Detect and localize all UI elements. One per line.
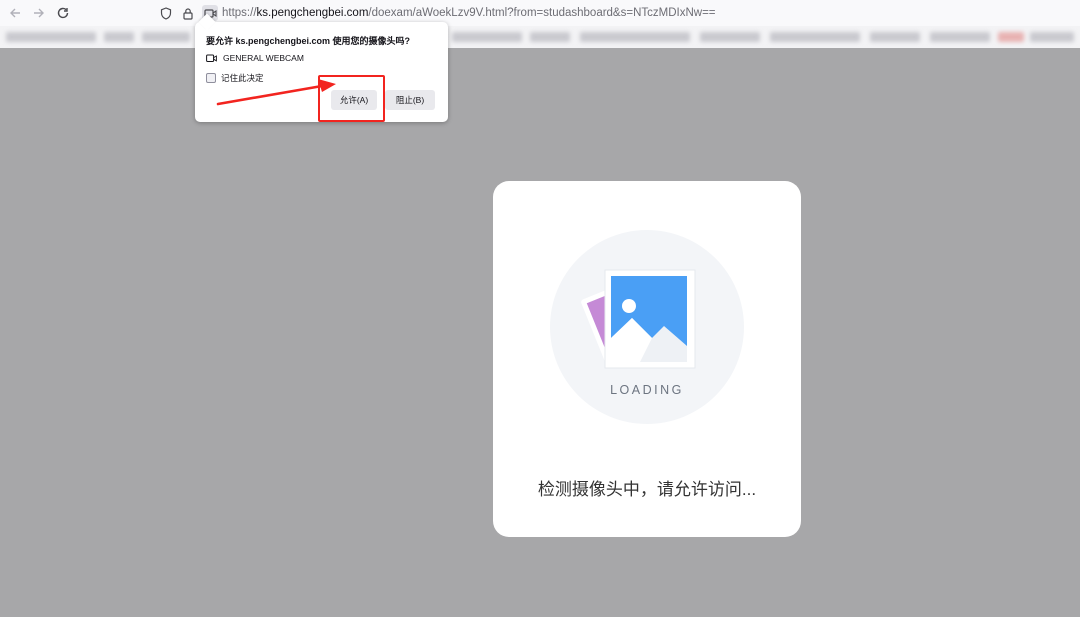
url-domain: ks.pengchengbei.com [256,7,369,19]
bookmarks-bar-blurred [0,26,1080,48]
lock-icon[interactable] [180,5,196,21]
forward-button[interactable] [27,1,51,25]
loading-illustration: LOADING [550,230,744,424]
loading-label: LOADING [610,383,684,397]
popup-title: 要允许 ks.pengchengbei.com 使用您的摄像头吗? [206,36,411,46]
url-prefix: https:// [222,7,257,19]
shield-icon[interactable] [158,5,174,21]
reload-icon [57,7,69,19]
remember-decision-row[interactable]: 记住此决定 [206,72,264,84]
device-name: GENERAL WEBCAM [223,53,304,63]
url-text[interactable]: https://ks.pengchengbei.com/doexam/aWoek… [222,7,716,19]
reload-button[interactable] [51,1,75,25]
camera-status-text: 检测摄像头中，请允许访问... [537,480,757,499]
webcam-icon [206,54,217,63]
address-bar[interactable]: https://ks.pengchengbei.com/doexam/aWoek… [152,2,1080,24]
remember-label: 记住此决定 [221,73,264,83]
block-button[interactable]: 阻止(B) [385,90,435,110]
back-button[interactable] [3,1,27,25]
forward-icon [34,8,44,18]
device-row: GENERAL WEBCAM [206,53,304,63]
browser-toolbar: https://ks.pengchengbei.com/doexam/aWoek… [0,0,1080,26]
camera-check-card: LOADING 检测摄像头中，请允许访问... [493,181,801,537]
annotation-highlight-box [318,75,385,122]
url-path: /doexam/aWoekLzv9V.html?from=studashboar… [368,7,716,19]
remember-checkbox[interactable] [206,73,216,83]
back-icon [10,8,20,18]
